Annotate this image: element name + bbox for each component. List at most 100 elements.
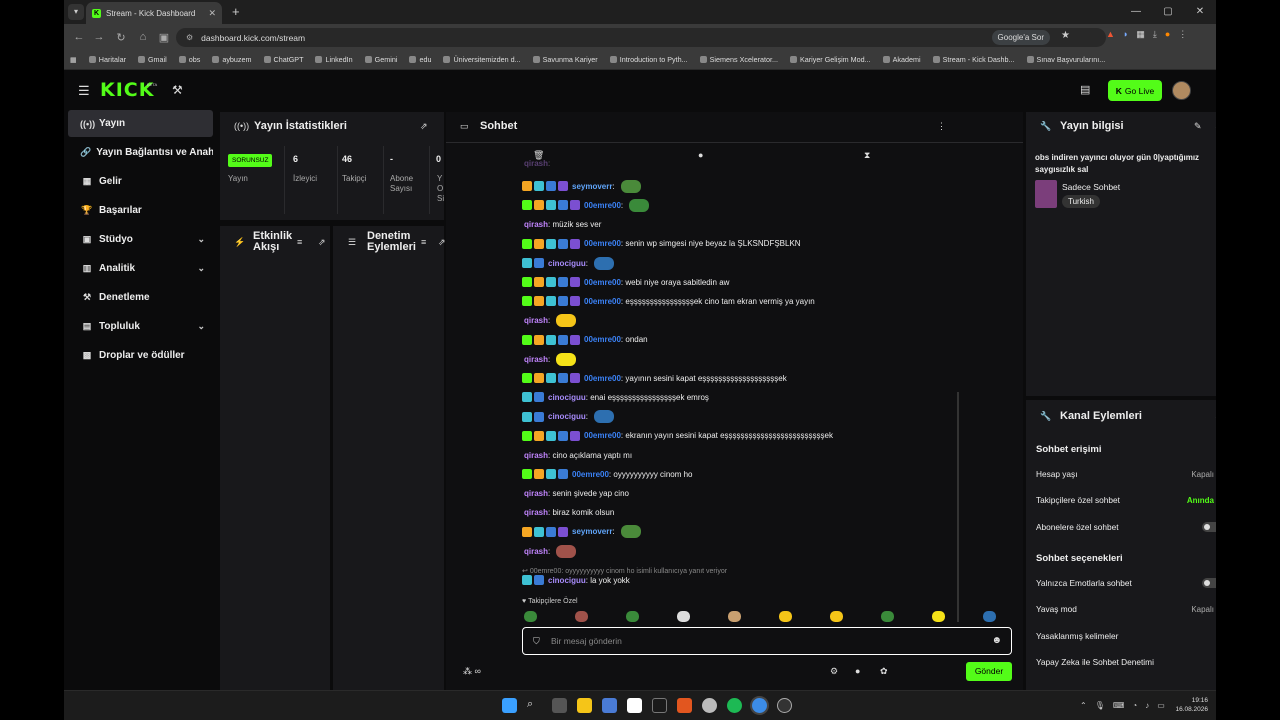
bookmark-item[interactable]: Stream - Kick Dashb... <box>932 55 1015 64</box>
terminal-icon[interactable] <box>652 698 667 713</box>
google-sor-button[interactable]: Google'a Sor <box>991 30 1050 45</box>
gift-icon[interactable]: ✿ <box>880 666 888 677</box>
sidebar-item-stream-key[interactable]: 🔗 Yayın Bağlantısı ve Anahtar <box>68 139 213 166</box>
chat-input[interactable]: ⛉ Bir mesaj gönderin ☻ <box>522 627 1012 655</box>
bookmark-item[interactable]: edu <box>409 55 431 64</box>
bookmark-item[interactable]: obs <box>178 55 200 64</box>
new-tab-icon[interactable]: + <box>232 5 240 18</box>
display-icon[interactable]: ▤ <box>1080 83 1090 96</box>
chat-message[interactable]: qirash: <box>522 542 577 560</box>
chat-message[interactable]: 00emre00: webi niye oraya sabitledin aw <box>522 273 729 291</box>
chat-username[interactable]: seymoverr <box>572 182 612 191</box>
sidebar-item-yayin[interactable]: ((•)) Yayın <box>68 110 213 137</box>
chat-message[interactable]: qirash: biraz komik olsun <box>522 504 614 522</box>
setting-banned-words[interactable]: Yasaklanmış kelimeler› <box>1036 627 1216 645</box>
emote-icon[interactable] <box>677 611 690 622</box>
settings-icon[interactable]: ⚙ <box>830 666 838 677</box>
clock[interactable]: 19:16 16.08.2026 <box>1175 696 1208 714</box>
chat-message[interactable]: seymoverr: <box>522 177 641 195</box>
chat-message[interactable]: 00emre00: yayının sesini kapat eşşşşşşşş… <box>522 369 787 387</box>
bookmark-item[interactable]: LinkedIn <box>315 55 353 64</box>
chevron-down-icon[interactable]: ⌄ <box>197 263 205 274</box>
category-thumbnail[interactable] <box>1035 180 1057 208</box>
bookmark-item[interactable]: Sınav Başvurularını... <box>1026 55 1105 64</box>
browser-tab[interactable]: K Stream - Kick Dashboard ✕ <box>86 2 222 24</box>
emote-icon[interactable] <box>626 611 639 622</box>
emote-icon[interactable] <box>556 544 577 558</box>
hammer-icon[interactable]: ⚒ <box>172 83 183 97</box>
chat-username[interactable]: 00emre00 <box>584 374 621 383</box>
infinity-icon[interactable]: ⁂ ∞ <box>463 666 481 677</box>
chrome-icon[interactable] <box>752 698 767 713</box>
go-live-button[interactable]: K Go Live <box>1108 80 1162 101</box>
sidebar-item-drops[interactable]: ▩ Droplar ve ödüller <box>68 342 213 369</box>
chevron-down-icon[interactable]: ⌄ <box>197 234 205 245</box>
chat-username[interactable]: 00emre00 <box>572 470 609 479</box>
menu-icon[interactable]: ⋮ <box>1178 29 1187 40</box>
setting-followers-only[interactable]: Takipçilere özel sohbetAnında› <box>1036 491 1216 509</box>
spotify-icon[interactable] <box>727 698 742 713</box>
chat-message[interactable]: qirash: senin şivede yap cino <box>522 484 629 502</box>
file-explorer-icon[interactable] <box>577 698 592 713</box>
chat-username[interactable]: qirash <box>524 220 548 229</box>
emote-icon[interactable] <box>830 611 843 622</box>
chat-username[interactable]: 00emre00 <box>584 278 621 287</box>
chat-username[interactable]: 00emre00 <box>584 239 621 248</box>
sidebar-item-revenue[interactable]: ▦ Gelir <box>68 168 213 195</box>
chat-message[interactable]: cinociguu: la yok yokk <box>522 571 630 589</box>
bookmark-item[interactable]: aybuzem <box>212 55 252 64</box>
subscribers-only-toggle[interactable] <box>1202 522 1216 532</box>
emoji-icon[interactable]: ☻ <box>991 635 1002 646</box>
chat-username[interactable]: 00emre00 <box>584 201 621 210</box>
chat-message[interactable]: qirash: müzik ses ver <box>522 216 601 234</box>
emote-icon[interactable] <box>556 314 577 328</box>
taskview-icon[interactable] <box>552 698 567 713</box>
chat-username[interactable]: cinociguu <box>548 412 586 421</box>
keyboard-icon[interactable]: ⌨ <box>1113 701 1125 710</box>
chat-message[interactable]: seymoverr: <box>522 523 641 541</box>
bookmark-item[interactable]: Haritalar <box>88 55 126 64</box>
avatar[interactable] <box>1172 81 1191 100</box>
filter-icon[interactable]: ≡ <box>297 237 302 247</box>
chat-message[interactable]: 00emre00: <box>522 196 650 214</box>
minimize-icon[interactable]: — <box>1120 0 1152 24</box>
chat-username[interactable]: 00emre00 <box>584 431 621 440</box>
category-name[interactable]: Sadece Sohbet <box>1062 182 1120 192</box>
bookmark-item[interactable]: Akademi <box>882 55 921 64</box>
bookmark-item[interactable]: Kariyer Gelişim Mod... <box>789 55 871 64</box>
bookmark-item[interactable]: ChatGPT <box>263 55 303 64</box>
chat-username[interactable]: qirash <box>524 355 548 364</box>
emote-icon[interactable] <box>881 611 894 622</box>
chat-username[interactable]: qirash <box>524 508 548 517</box>
popout-icon[interactable]: ⇗ <box>420 121 428 132</box>
close-tab-icon[interactable]: ✕ <box>208 8 216 19</box>
popout-icon[interactable]: ⇗ <box>1215 121 1216 132</box>
chat-username[interactable]: qirash <box>524 451 548 460</box>
mic-icon[interactable]: 🎙 <box>1095 701 1105 710</box>
emote-icon[interactable] <box>620 525 641 539</box>
chat-username[interactable]: 00emre00 <box>584 335 621 344</box>
setting-ai-moderation[interactable]: Yapay Zeka ile Sohbet Denetimi⇗ <box>1036 653 1216 671</box>
emote-icon[interactable] <box>779 611 792 622</box>
popout-icon[interactable]: ⇗ <box>1215 411 1216 422</box>
back-icon[interactable]: ← <box>68 31 90 43</box>
chat-username[interactable]: cinociguu <box>548 576 586 585</box>
popout-icon[interactable]: ⇗ <box>318 237 326 248</box>
store-icon[interactable] <box>602 698 617 713</box>
volume-icon[interactable]: ♪ <box>1145 701 1149 710</box>
chat-message[interactable]: qirash: cino açıklama yaptı mı <box>522 446 632 464</box>
chat-username[interactable]: seymoverr <box>572 527 612 536</box>
sidebar-item-achievements[interactable]: 🏆 Başarılar <box>68 197 213 224</box>
sidebar-item-analytics[interactable]: ▥ Analitik ⌄ <box>68 255 213 282</box>
hamburger-menu-icon[interactable]: ☰ <box>78 83 90 99</box>
chevron-up-icon[interactable]: ⌃ <box>1080 701 1087 710</box>
github-icon[interactable] <box>777 698 792 713</box>
home-icon[interactable]: ⌂ <box>132 31 154 43</box>
hourglass-icon[interactable]: ⧗ <box>864 150 870 161</box>
sidebar-item-moderation[interactable]: ⚒ Denetleme <box>68 284 213 311</box>
brave-icon[interactable] <box>677 698 692 713</box>
chat-bubble-icon[interactable]: ● <box>855 666 860 676</box>
emote-icon[interactable] <box>728 611 741 622</box>
close-window-icon[interactable]: ✕ <box>1184 0 1216 24</box>
obs-icon[interactable] <box>702 698 717 713</box>
